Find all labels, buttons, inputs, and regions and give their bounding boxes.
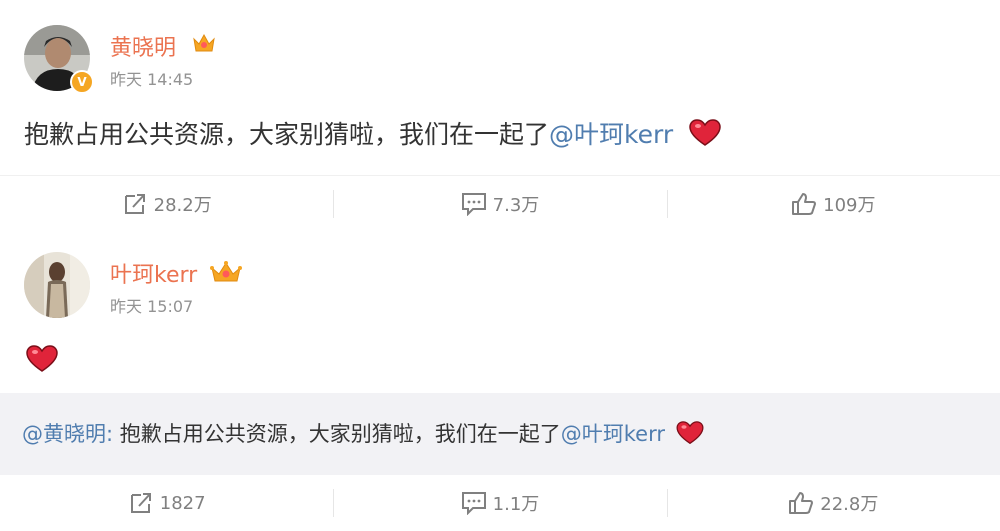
heart-icon [676, 420, 704, 450]
thumbs-up-icon [789, 492, 814, 514]
comment-icon [461, 492, 486, 515]
repost-button[interactable]: 1827 [0, 475, 333, 531]
comment-count: 7.3万 [492, 195, 540, 216]
like-button[interactable]: 109万 [666, 176, 1000, 232]
crown-icon [210, 260, 242, 288]
like-count: 109万 [823, 195, 876, 216]
repost-icon [130, 493, 151, 513]
quoted-post[interactable]: @黄晓明: 抱歉占用公共资源，大家别猜啦，我们在一起了@叶珂kerr [0, 393, 1000, 475]
avatar[interactable] [24, 252, 90, 318]
username[interactable]: 黄晓明 [110, 30, 176, 62]
crown-icon [192, 32, 216, 58]
comment-button[interactable]: 7.3万 [333, 176, 666, 232]
mention-link[interactable]: @叶珂kerr [561, 422, 665, 446]
comment-icon [461, 193, 486, 216]
comment-button[interactable]: 1.1万 [333, 475, 666, 531]
like-button[interactable]: 22.8万 [666, 475, 1000, 531]
heart-icon [26, 345, 58, 377]
repost-count: 28.2万 [153, 195, 212, 216]
action-bar: 1827 1.1万 22.8万 [0, 475, 1000, 531]
repost-count: 1827 [159, 492, 206, 514]
post-text-content: 抱歉占用公共资源，大家别猜啦，我们在一起了 [24, 120, 550, 149]
post-time: 昨天 15:07 [110, 297, 194, 316]
verified-badge-icon: V [70, 70, 94, 94]
repost-icon [124, 194, 145, 214]
heart-icon [689, 119, 721, 153]
post-text: 抱歉占用公共资源，大家别猜啦，我们在一起了@叶珂kerr [24, 115, 721, 153]
post-time: 昨天 14:45 [110, 70, 194, 89]
comment-count: 1.1万 [492, 494, 540, 515]
like-count: 22.8万 [820, 494, 879, 515]
quoted-text-content: 抱歉占用公共资源，大家别猜啦，我们在一起了 [119, 422, 561, 446]
thumbs-up-icon [792, 193, 817, 215]
quoted-post-text: @黄晓明: 抱歉占用公共资源，大家别猜啦，我们在一起了@叶珂kerr [22, 418, 704, 450]
quote-separator: : [106, 422, 120, 446]
username[interactable]: 叶珂kerr [110, 257, 197, 289]
action-bar: 28.2万 7.3万 109万 [0, 175, 1000, 232]
mention-link[interactable]: @黄晓明 [22, 422, 106, 446]
mention-link[interactable]: @叶珂kerr [549, 120, 673, 149]
repost-button[interactable]: 28.2万 [0, 176, 333, 232]
